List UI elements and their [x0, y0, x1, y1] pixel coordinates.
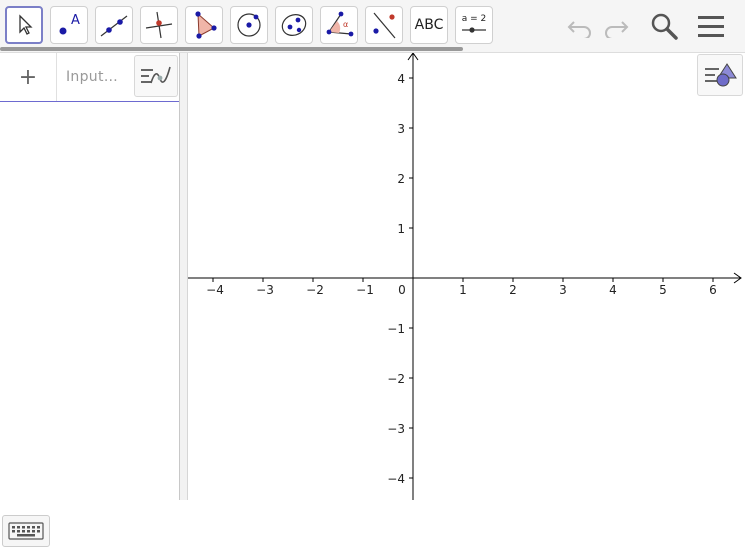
coordinate-plane: −4 −3 −2 −1 0 1 2 3 4 5 6 4 3 2 1 −1 −2 …: [188, 52, 742, 500]
cursor-arrow-icon: [19, 14, 33, 35]
redo-button[interactable]: [598, 8, 634, 44]
x-tick-label: 4: [609, 283, 617, 297]
x-tick-label: 2: [509, 283, 517, 297]
point-tool-button[interactable]: A: [50, 6, 88, 44]
main-menu-button[interactable]: [693, 8, 729, 44]
reflect-tool-button[interactable]: [365, 6, 403, 44]
polygon-tool-button[interactable]: [185, 6, 223, 44]
x-tick-label: 3: [559, 283, 567, 297]
y-tick-label: −2: [387, 372, 405, 386]
add-item-button[interactable]: +: [0, 53, 57, 101]
y-tick-label: 4: [397, 72, 405, 86]
text-tool-label: ABC: [414, 17, 444, 33]
x-tick-label: −1: [356, 283, 374, 297]
algebra-style-bar-button[interactable]: [134, 55, 178, 97]
angle-icon: α: [326, 11, 354, 37]
slider-tool-button[interactable]: a = 2: [455, 6, 493, 44]
y-tick-label: 1: [397, 222, 405, 236]
redo-icon: [605, 21, 629, 38]
polygon-icon: [195, 11, 217, 39]
origin-label: 0: [398, 283, 406, 297]
ellipse-icon: [281, 14, 307, 36]
keyboard-icon: [8, 522, 44, 540]
x-tick-label: −4: [206, 283, 224, 297]
y-tick-label: 2: [397, 172, 405, 186]
toolbar: A α ABC a = 2: [0, 0, 745, 53]
search-icon: [651, 13, 678, 40]
slider-icon: a = 2: [462, 14, 487, 33]
y-tick-label: −3: [387, 422, 405, 436]
x-tick-label: −2: [306, 283, 324, 297]
graphics-style-icon: [705, 63, 737, 87]
algebra-input-field[interactable]: Input…: [66, 69, 118, 85]
y-tick-label: −4: [387, 472, 405, 486]
x-axis-ticks: [212, 278, 714, 282]
undo-button[interactable]: [562, 8, 598, 44]
algebra-graph-icon: [141, 66, 171, 84]
menu-icon: [698, 16, 724, 37]
panel-divider[interactable]: [180, 53, 188, 500]
toolbar-scrollbar[interactable]: [0, 47, 463, 51]
text-tool-button[interactable]: ABC: [410, 6, 448, 44]
line-icon: [100, 15, 128, 37]
virtual-keyboard-button[interactable]: [2, 515, 50, 547]
undo-icon: [567, 21, 591, 38]
point-icon: A: [59, 13, 80, 35]
x-tick-label: 5: [659, 283, 667, 297]
circle-icon: [237, 13, 261, 37]
x-tick-label: −3: [256, 283, 274, 297]
circle-tool-button[interactable]: [230, 6, 268, 44]
y-tick-label: 3: [397, 122, 405, 136]
perpendicular-line-icon: [145, 11, 173, 39]
svg-text:α: α: [343, 20, 348, 29]
y-tick-label: −1: [387, 322, 405, 336]
perpendicular-line-tool-button[interactable]: [140, 6, 178, 44]
x-tick-label: 6: [709, 283, 717, 297]
conic-tool-button[interactable]: [275, 6, 313, 44]
angle-tool-button[interactable]: α: [320, 6, 358, 44]
reflect-line-icon: [373, 12, 396, 39]
line-tool-button[interactable]: [95, 6, 133, 44]
move-tool-button[interactable]: [5, 6, 43, 44]
graphics-view[interactable]: −4 −3 −2 −1 0 1 2 3 4 5 6 4 3 2 1 −1 −2 …: [188, 52, 745, 500]
algebra-view: + Input…: [0, 53, 180, 547]
graphics-style-bar-button[interactable]: [697, 54, 743, 96]
svg-text:a = 2: a = 2: [462, 14, 487, 24]
svg-text:A: A: [71, 13, 80, 28]
search-button[interactable]: [646, 8, 682, 44]
x-tick-label: 1: [459, 283, 467, 297]
